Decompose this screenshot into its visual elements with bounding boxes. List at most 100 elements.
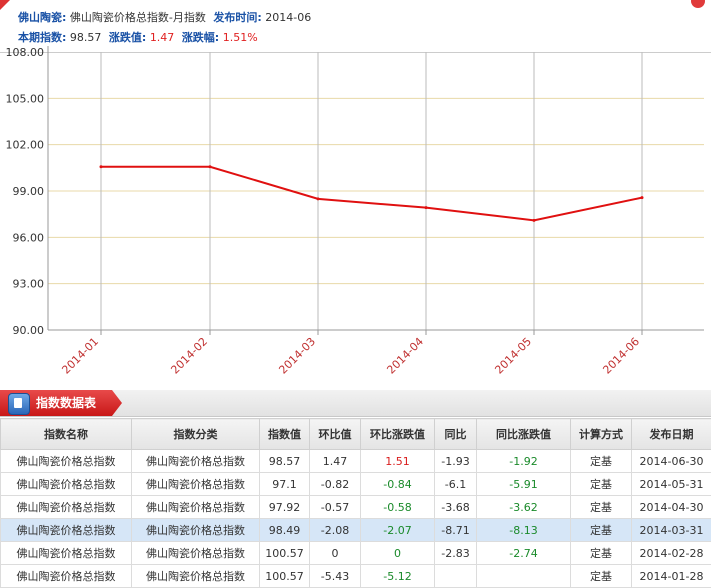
table-cell bbox=[476, 564, 571, 588]
change-value: 1.47 bbox=[149, 31, 175, 44]
table-cell: 佛山陶瓷价格总指数 bbox=[131, 518, 260, 542]
table-cell: -5.12 bbox=[360, 564, 435, 588]
table-cell: 2014-04-30 bbox=[631, 495, 711, 519]
data-point bbox=[640, 196, 644, 200]
section-title: 指数数据表 bbox=[36, 396, 97, 410]
table-cell: -5.43 bbox=[309, 564, 361, 588]
y-tick-label: 102.00 bbox=[6, 139, 45, 152]
table-row[interactable]: 佛山陶瓷价格总指数 佛山陶瓷价格总指数 98.57 1.47 1.51 -1.93 -1.9… bbox=[0, 449, 711, 473]
section-bar: 指数数据表 bbox=[0, 390, 711, 417]
table-cell bbox=[434, 564, 477, 588]
column-header[interactable]: 同比 bbox=[434, 418, 477, 450]
time-value: 2014-06 bbox=[265, 11, 312, 24]
column-header[interactable]: 环比涨跌值 bbox=[360, 418, 435, 450]
table-row[interactable]: 佛山陶瓷价格总指数 佛山陶瓷价格总指数 97.1 -0.82 -0.84 -6.1 -5.9… bbox=[0, 472, 711, 496]
table-row[interactable]: 佛山陶瓷价格总指数 佛山陶瓷价格总指数 100.57 0 0 -2.83 -2.74 定基 20… bbox=[0, 541, 711, 565]
table-cell: 佛山陶瓷价格总指数 bbox=[0, 449, 132, 473]
table-cell: 定基 bbox=[570, 449, 632, 473]
table-cell: 佛山陶瓷价格总指数 bbox=[131, 541, 260, 565]
table-cell: 2014-02-28 bbox=[631, 541, 711, 565]
x-tick-label: 2014-05 bbox=[492, 335, 534, 377]
table-cell: -2.74 bbox=[476, 541, 571, 565]
table-cell: 2014-03-31 bbox=[631, 518, 711, 542]
table-header-row: 指数名称 指数分类 指数值 环比值 环比涨跌值 同比 同比涨跌值 计算方式 发布日期 bbox=[0, 418, 711, 450]
pct-value: 1.51% bbox=[222, 31, 258, 44]
table-cell: -3.62 bbox=[476, 495, 571, 519]
table-cell: 97.1 bbox=[259, 472, 310, 496]
table-cell: -0.58 bbox=[360, 495, 435, 519]
column-header[interactable]: 同比涨跌值 bbox=[476, 418, 571, 450]
table-cell: 定基 bbox=[570, 518, 632, 542]
y-tick-label: 105.00 bbox=[6, 92, 45, 105]
y-tick-label: 99.00 bbox=[13, 185, 45, 198]
x-tick-label: 2014-01 bbox=[59, 335, 101, 377]
table-cell: 0 bbox=[360, 541, 435, 565]
table-row[interactable]: 佛山陶瓷价格总指数 佛山陶瓷价格总指数 98.49 -2.08 -2.07 -8.71 -8… bbox=[0, 518, 711, 542]
column-header[interactable]: 环比值 bbox=[309, 418, 361, 450]
change-label: 涨跌值: bbox=[108, 31, 147, 44]
table-cell: -8.13 bbox=[476, 518, 571, 542]
table-cell: 佛山陶瓷价格总指数 bbox=[131, 449, 260, 473]
time-label: 发布时间: bbox=[213, 11, 262, 24]
close-icon[interactable] bbox=[691, 0, 705, 8]
document-icon bbox=[8, 393, 30, 415]
data-point bbox=[99, 165, 103, 169]
table-cell: -1.93 bbox=[434, 449, 477, 473]
product-line: 佛山陶瓷: 佛山陶瓷价格总指数-月指数 发布时间: 2014-06 bbox=[18, 10, 311, 26]
y-tick-label: 108.00 bbox=[6, 46, 45, 59]
table-cell: 佛山陶瓷价格总指数 bbox=[131, 495, 260, 519]
data-point bbox=[424, 206, 428, 210]
table-cell: -0.57 bbox=[309, 495, 361, 519]
table-cell: 98.57 bbox=[259, 449, 310, 473]
y-tick-label: 90.00 bbox=[13, 324, 45, 337]
table-cell: 佛山陶瓷价格总指数 bbox=[0, 541, 132, 565]
table-cell: -8.71 bbox=[434, 518, 477, 542]
table-row[interactable]: 佛山陶瓷价格总指数 佛山陶瓷价格总指数 97.92 -0.57 -0.58 -3.68 -3… bbox=[0, 495, 711, 519]
table-cell: -2.83 bbox=[434, 541, 477, 565]
y-tick-label: 93.00 bbox=[13, 278, 45, 291]
table-cell: 97.92 bbox=[259, 495, 310, 519]
product-label: 佛山陶瓷: bbox=[18, 11, 67, 24]
index-value: 98.57 bbox=[69, 31, 102, 44]
x-tick-label: 2014-02 bbox=[168, 335, 210, 377]
table-cell: 定基 bbox=[570, 495, 632, 519]
table-cell: 佛山陶瓷价格总指数 bbox=[0, 518, 132, 542]
series-line bbox=[101, 165, 643, 222]
table-cell: 佛山陶瓷价格总指数 bbox=[131, 564, 260, 588]
table-row[interactable]: 佛山陶瓷价格总指数 佛山陶瓷价格总指数 100.57 -5.43 -5.12 定基 2014… bbox=[0, 564, 711, 588]
table-cell: -5.91 bbox=[476, 472, 571, 496]
column-header[interactable]: 指数名称 bbox=[0, 418, 132, 450]
table-cell: -2.07 bbox=[360, 518, 435, 542]
table-cell: 佛山陶瓷价格总指数 bbox=[0, 495, 132, 519]
pct-label: 涨跌幅: bbox=[181, 31, 220, 44]
table-cell: 佛山陶瓷价格总指数 bbox=[0, 472, 132, 496]
table-cell: -0.84 bbox=[360, 472, 435, 496]
table-cell: 100.57 bbox=[259, 564, 310, 588]
table-cell: 2014-06-30 bbox=[631, 449, 711, 473]
table-cell: 1.51 bbox=[360, 449, 435, 473]
data-point bbox=[208, 165, 212, 169]
product-value: 佛山陶瓷价格总指数-月指数 bbox=[69, 11, 206, 24]
column-header[interactable]: 指数分类 bbox=[131, 418, 260, 450]
table-cell: -0.82 bbox=[309, 472, 361, 496]
index-label: 本期指数: bbox=[18, 31, 67, 44]
table-cell: 2014-05-31 bbox=[631, 472, 711, 496]
table-cell: 0 bbox=[309, 541, 361, 565]
table-cell: 佛山陶瓷价格总指数 bbox=[0, 564, 132, 588]
table-cell: -6.1 bbox=[434, 472, 477, 496]
table-cell: -2.08 bbox=[309, 518, 361, 542]
column-header[interactable]: 发布日期 bbox=[631, 418, 711, 450]
table-cell: 1.47 bbox=[309, 449, 361, 473]
column-header[interactable]: 计算方式 bbox=[570, 418, 632, 450]
corner-marker bbox=[0, 0, 10, 10]
x-tick-label: 2014-06 bbox=[600, 335, 642, 377]
table-cell: 98.49 bbox=[259, 518, 310, 542]
table-cell: -1.92 bbox=[476, 449, 571, 473]
section-tab: 指数数据表 bbox=[0, 390, 122, 416]
column-header[interactable]: 指数值 bbox=[259, 418, 310, 450]
table-cell: 定基 bbox=[570, 564, 632, 588]
table-cell: 定基 bbox=[570, 541, 632, 565]
x-tick-label: 2014-03 bbox=[276, 335, 318, 377]
table-cell: 定基 bbox=[570, 472, 632, 496]
data-point bbox=[316, 197, 320, 201]
